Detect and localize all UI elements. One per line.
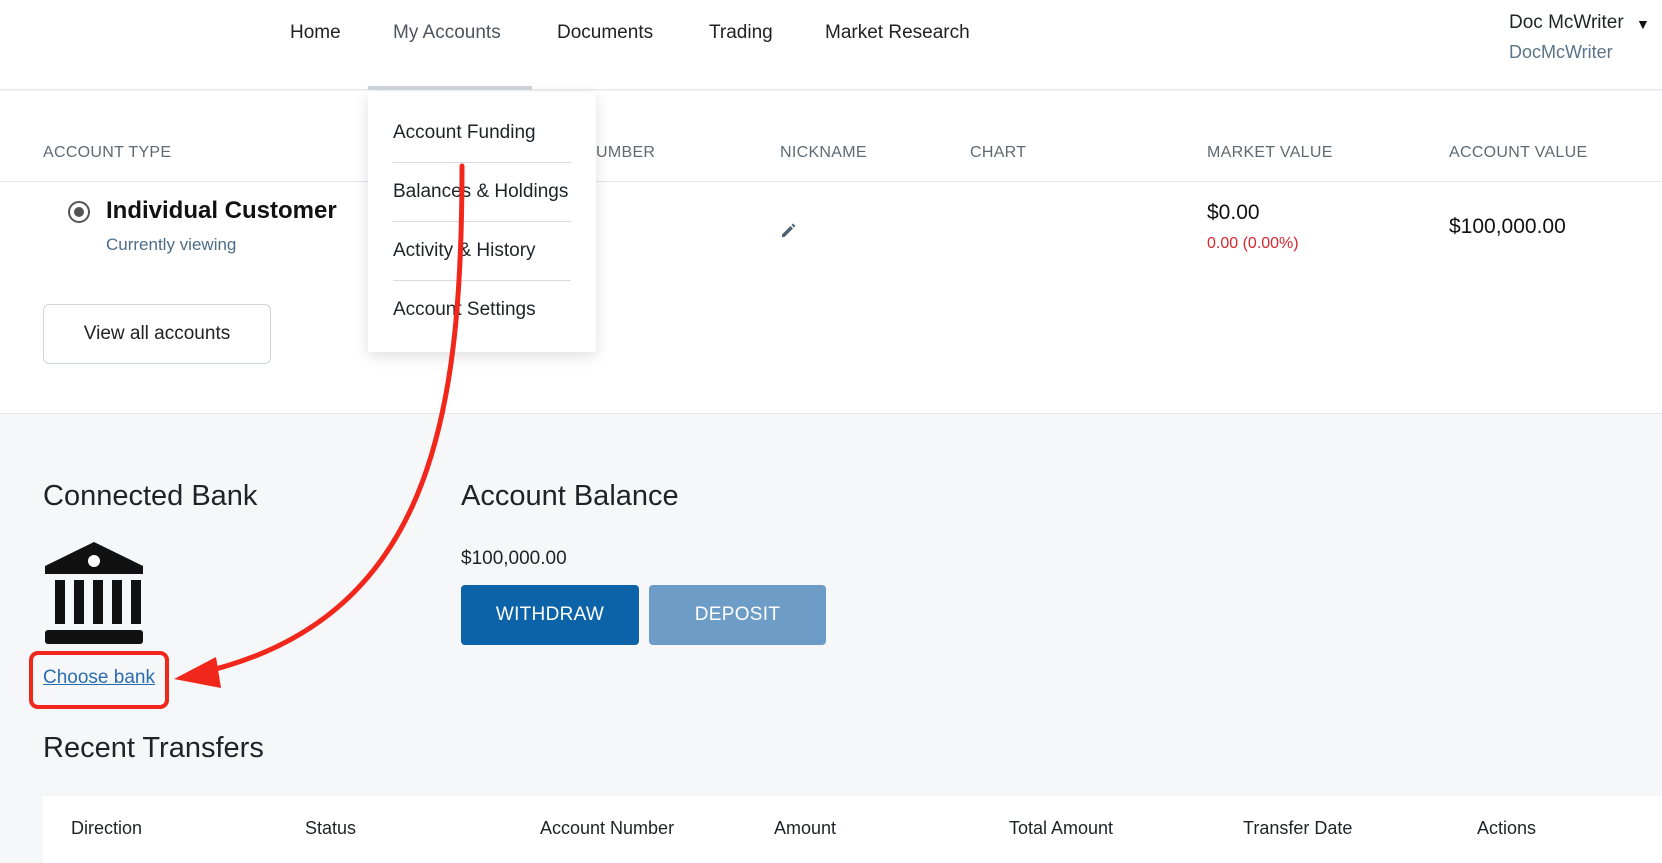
user-handle: DocMcWriter bbox=[1509, 42, 1613, 62]
col-account-value: ACCOUNT VALUE bbox=[1449, 144, 1588, 161]
account-radio[interactable] bbox=[68, 201, 90, 223]
menu-balances-holdings[interactable]: Balances & Holdings bbox=[393, 181, 571, 203]
accounts-panel: ACCOUNT TYPE UMBER NICKNAME CHART MARKET… bbox=[0, 91, 1662, 414]
caret-down-icon[interactable]: ▼ bbox=[1636, 16, 1650, 32]
nav-market-research[interactable]: Market Research bbox=[825, 22, 970, 44]
connected-bank-title: Connected Bank bbox=[43, 480, 258, 512]
col-account-type: ACCOUNT TYPE bbox=[43, 144, 172, 161]
transfers-table-header: Direction Status Account Number Amount T… bbox=[43, 796, 1662, 863]
my-accounts-dropdown: Account Funding Balances & Holdings Acti… bbox=[368, 92, 596, 352]
account-value: $100,000.00 bbox=[1449, 215, 1566, 238]
col-chart: CHART bbox=[970, 144, 1027, 161]
col-nickname: NICKNAME bbox=[780, 144, 867, 161]
menu-account-settings[interactable]: Account Settings bbox=[393, 299, 571, 321]
nav-trading[interactable]: Trading bbox=[709, 22, 773, 44]
withdraw-button[interactable]: WITHDRAW bbox=[461, 585, 639, 645]
menu-divider bbox=[393, 162, 571, 163]
menu-account-funding[interactable]: Account Funding bbox=[393, 122, 571, 144]
menu-activity-history[interactable]: Activity & History bbox=[393, 240, 571, 262]
th-transfer-date: Transfer Date bbox=[1243, 818, 1353, 838]
recent-transfers-title: Recent Transfers bbox=[43, 732, 264, 764]
th-account-number: Account Number bbox=[540, 818, 675, 838]
menu-divider bbox=[393, 280, 571, 281]
menu-divider bbox=[393, 221, 571, 222]
nav-documents[interactable]: Documents bbox=[557, 22, 653, 44]
col-account-number: UMBER bbox=[596, 144, 656, 161]
market-value: $0.00 bbox=[1207, 201, 1260, 224]
deposit-button[interactable]: DEPOSIT bbox=[649, 585, 826, 645]
account-balance-amount: $100,000.00 bbox=[461, 548, 567, 569]
nav-home[interactable]: Home bbox=[290, 22, 341, 44]
currently-viewing-label: Currently viewing bbox=[106, 235, 237, 254]
pencil-icon[interactable] bbox=[780, 221, 798, 244]
bank-icon bbox=[43, 540, 145, 649]
header-divider bbox=[0, 181, 1662, 182]
th-total-amount: Total Amount bbox=[1009, 818, 1114, 838]
active-nav-indicator bbox=[368, 86, 532, 90]
account-balance-title: Account Balance bbox=[461, 480, 679, 512]
col-market-value: MARKET VALUE bbox=[1207, 144, 1333, 161]
annotation-highlight-box bbox=[29, 651, 169, 709]
view-all-accounts-button[interactable]: View all accounts bbox=[43, 304, 271, 364]
account-type: Individual Customer bbox=[106, 197, 337, 224]
market-value-change: 0.00 (0.00%) bbox=[1207, 235, 1299, 252]
top-nav: Home My Accounts Documents Trading Marke… bbox=[0, 0, 1662, 90]
user-name[interactable]: Doc McWriter bbox=[1509, 12, 1624, 34]
th-direction: Direction bbox=[71, 818, 143, 838]
th-status: Status bbox=[305, 818, 357, 838]
nav-my-accounts[interactable]: My Accounts bbox=[393, 22, 501, 44]
th-amount: Amount bbox=[774, 818, 837, 838]
th-actions: Actions bbox=[1477, 818, 1537, 838]
